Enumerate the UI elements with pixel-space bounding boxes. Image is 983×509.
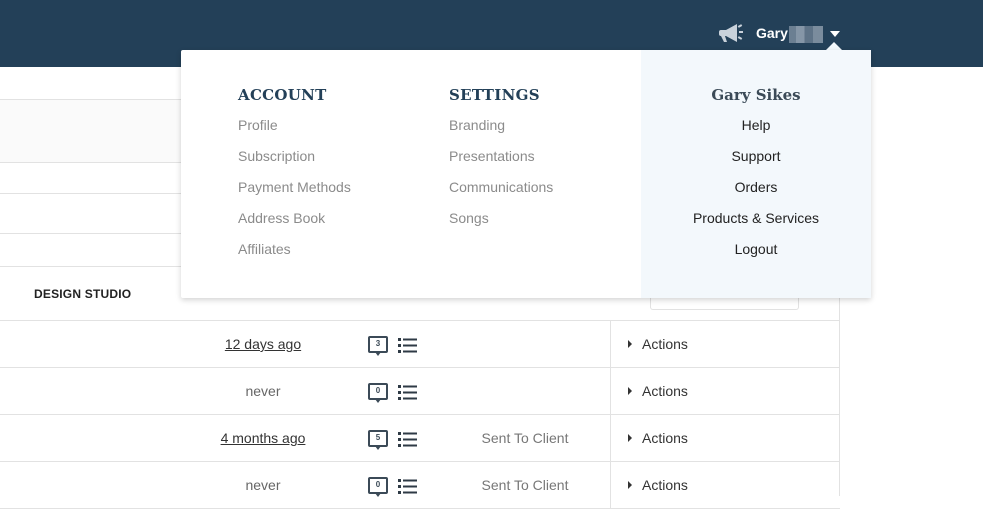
actions-menu[interactable]: Actions [628,430,688,446]
actions-label: Actions [642,336,688,352]
account-heading: ACCOUNT [238,86,327,104]
redacted-surname [789,26,823,43]
menu-link-profile[interactable]: Profile [238,116,351,147]
status-text: Sent To Client [481,430,569,446]
actions-label: Actions [642,477,688,493]
last-activity[interactable]: 4 months ago [188,430,338,446]
table-row: never 0 Sent To Client Actions [0,462,840,509]
user-panel: Gary Sikes Help Support Orders Products … [641,50,871,298]
column-divider [610,462,611,509]
last-activity: never [245,477,281,493]
menu-link-songs[interactable]: Songs [449,209,553,240]
user-menu-name[interactable]: Gary [756,25,788,41]
column-divider [610,368,611,415]
list-icon[interactable] [398,479,417,494]
menu-link-communications[interactable]: Communications [449,178,553,209]
last-activity[interactable]: 12 days ago [188,336,338,352]
column-divider [610,415,611,462]
user-links: Gary Sikes Help Support Orders Products … [641,86,871,271]
status-text: Sent To Client [481,477,569,493]
actions-label: Actions [642,430,688,446]
column-divider [610,321,611,368]
comment-count-icon[interactable]: 5 [368,430,388,450]
comment-count-icon[interactable]: 0 [368,383,388,403]
menu-link-branding[interactable]: Branding [449,116,553,147]
actions-label: Actions [642,383,688,399]
last-activity: never [245,383,281,399]
user-full-name: Gary Sikes [711,86,801,104]
list-icon[interactable] [398,338,417,353]
list-icon[interactable] [398,432,417,447]
caret-down-icon[interactable] [830,31,840,37]
actions-menu[interactable]: Actions [628,477,688,493]
settings-links: SETTINGS Branding Presentations Communic… [449,86,553,240]
menu-link-address-book[interactable]: Address Book [238,209,351,240]
actions-menu[interactable]: Actions [628,383,688,399]
menu-link-presentations[interactable]: Presentations [449,147,553,178]
menu-link-logout[interactable]: Logout [641,240,871,271]
actions-menu[interactable]: Actions [628,336,688,352]
dropdown-pointer [826,42,842,50]
caret-right-icon [628,434,632,442]
comment-count-icon[interactable]: 0 [368,477,388,497]
caret-right-icon [628,481,632,489]
account-links: ACCOUNT Profile Subscription Payment Met… [238,86,351,271]
table-row: 12 days ago 3 Actions [0,321,840,368]
menu-link-orders[interactable]: Orders [641,178,871,209]
menu-link-support[interactable]: Support [641,147,871,178]
account-dropdown-menu: Gary Sikes Help Support Orders Products … [181,50,871,298]
caret-right-icon [628,387,632,395]
list-icon[interactable] [398,385,417,400]
menu-link-payment-methods[interactable]: Payment Methods [238,178,351,209]
column-header-design-studio[interactable]: DESIGN STUDIO [34,287,131,301]
settings-heading: SETTINGS [449,86,540,104]
menu-link-products-services[interactable]: Products & Services [641,209,871,240]
table-row: 4 months ago 5 Sent To Client Actions [0,415,840,462]
megaphone-icon[interactable] [719,22,745,44]
menu-link-help[interactable]: Help [641,116,871,147]
table-row: never 0 Actions [0,368,840,415]
menu-link-subscription[interactable]: Subscription [238,147,351,178]
menu-link-affiliates[interactable]: Affiliates [238,240,351,271]
comment-count-icon[interactable]: 3 [368,336,388,356]
caret-right-icon [628,340,632,348]
